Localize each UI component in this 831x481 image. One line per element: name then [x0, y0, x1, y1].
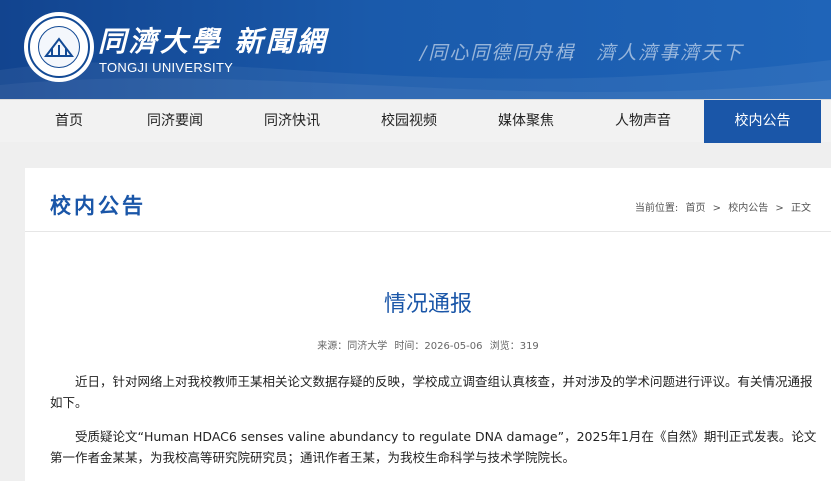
section-title: 校内公告: [50, 193, 146, 218]
seal-building-icon: [44, 37, 74, 57]
university-seal-logo[interactable]: [24, 12, 94, 82]
article-paragraph: 近日，针对网络上对我校教师王某相关论文数据存疑的反映，学校成立调查组认真核查，并…: [50, 374, 813, 410]
university-motto: /同心同德同舟楫 濟人濟事濟天下: [420, 42, 744, 64]
article-title: 情况通报: [383, 292, 472, 317]
article-views: 浏览：319: [489, 341, 539, 352]
site-header: 同濟大學 新聞網 TONGJI UNIVERSITY /同心同德同舟楫 濟人濟事…: [0, 0, 831, 99]
nav-item-campus-notices[interactable]: 校内公告: [704, 100, 821, 143]
breadcrumb: 当前位置: 首页 > 校内公告 > 正文: [635, 199, 815, 214]
article-paragraph: 受质疑论文“Human HDAC6 senses valine abundanc…: [50, 429, 817, 465]
content-panel: 校内公告 当前位置: 首页 > 校内公告 > 正文 情况通报 来源：同济大学 时…: [25, 168, 831, 481]
breadcrumb-separator: >: [775, 203, 784, 214]
breadcrumb-prefix: 当前位置:: [634, 203, 679, 214]
article-source: 来源：同济大学: [317, 341, 388, 352]
breadcrumb-home-link[interactable]: 首页: [685, 203, 705, 214]
site-name-english: TONGJI UNIVERSITY: [99, 60, 234, 75]
site-name[interactable]: 同濟大學 新聞網: [98, 20, 328, 60]
nav-item-people-voices[interactable]: 人物声音: [574, 100, 712, 143]
article-meta: 来源：同济大学 时间：2026-05-06 浏览：319: [25, 337, 831, 352]
breadcrumb-separator: >: [712, 203, 722, 214]
breadcrumb-current: 正文: [791, 203, 811, 214]
main-nav: 首页 同济要闻 同济快讯 校园视频 媒体聚焦 人物声音 校内公告: [0, 99, 831, 143]
breadcrumb-notices-link[interactable]: 校内公告: [728, 203, 768, 214]
article-time: 时间：2026-05-06: [394, 341, 483, 352]
section-divider: [25, 231, 831, 232]
